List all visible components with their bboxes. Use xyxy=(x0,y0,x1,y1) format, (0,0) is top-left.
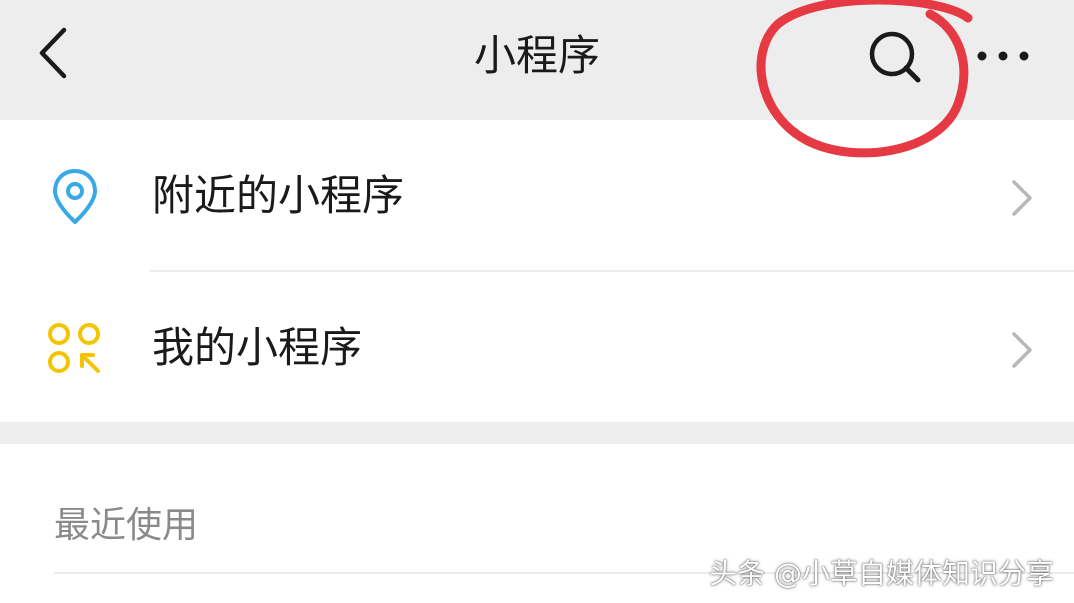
nav-bar: 小程序 xyxy=(0,0,1074,120)
search-icon xyxy=(869,31,921,83)
section-header-recent: 最近使用 xyxy=(54,505,199,546)
divider xyxy=(54,572,1074,574)
chevron-left-icon xyxy=(39,27,67,79)
menu-card: 附近的小程序 我的小程序 xyxy=(0,120,1074,422)
mini-program-icon xyxy=(48,323,100,373)
chevron-right-icon xyxy=(1012,180,1032,216)
recent-section: 最近使用 xyxy=(0,444,1074,603)
chevron-right-icon xyxy=(1012,332,1032,368)
menu-item-nearby-mini-programs[interactable]: 附近的小程序 xyxy=(0,120,1074,270)
menu-item-label: 附近的小程序 xyxy=(152,171,405,220)
menu-item-label: 我的小程序 xyxy=(152,323,363,372)
back-button[interactable] xyxy=(30,22,80,84)
location-pin-icon xyxy=(53,169,97,224)
more-dots-icon xyxy=(977,51,1029,61)
menu-item-my-mini-programs[interactable]: 我的小程序 xyxy=(0,272,1074,422)
search-button[interactable] xyxy=(862,24,928,90)
more-button[interactable] xyxy=(968,30,1038,82)
